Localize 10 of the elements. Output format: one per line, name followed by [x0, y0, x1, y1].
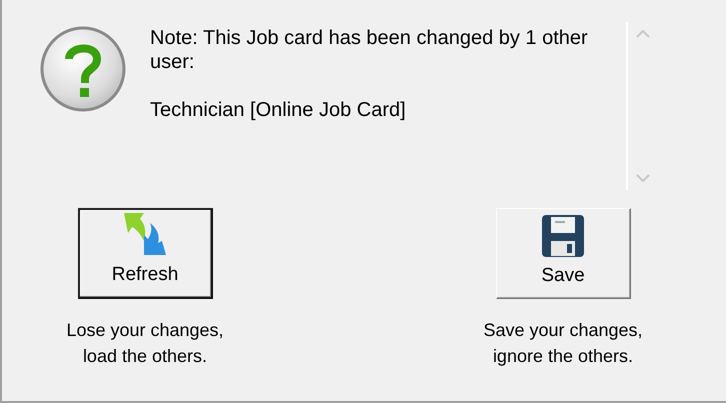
save-button[interactable]: Save — [496, 208, 630, 299]
scroll-down-icon[interactable] — [636, 174, 650, 182]
action-description: Lose your changes, load the others. — [66, 319, 224, 368]
action-description: Save your changes, ignore the others. — [483, 319, 643, 368]
message-text: Technician [Online Job Card] — [150, 98, 407, 122]
scroll-up-icon[interactable] — [636, 30, 650, 38]
refresh-icon — [122, 210, 168, 256]
message-text: Note: This Job card has been changed by 1 other user: — [150, 26, 589, 74]
question-icon — [40, 26, 126, 112]
refresh-button[interactable]: Refresh — [78, 208, 212, 299]
